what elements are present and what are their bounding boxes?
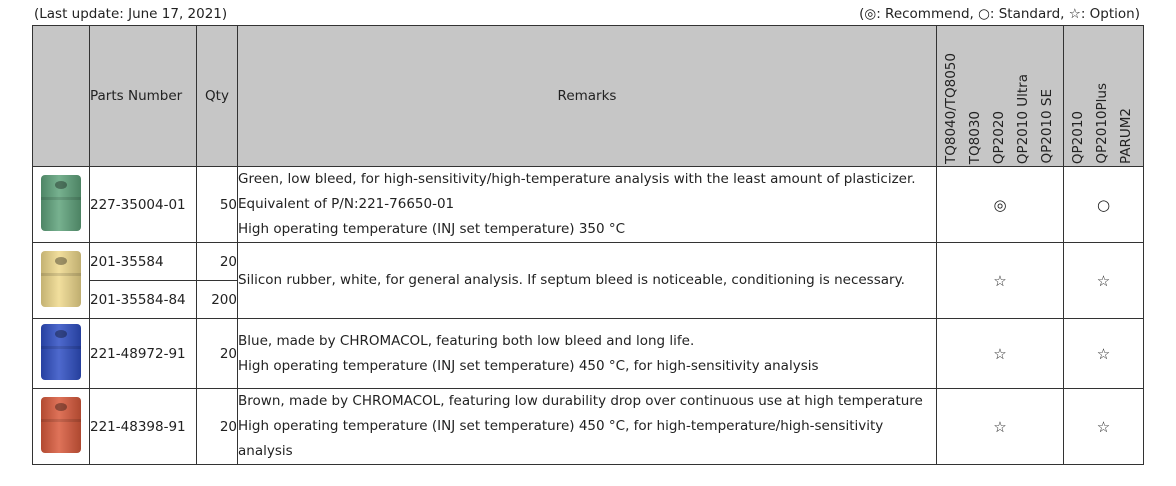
instrument-label: QP2010 <box>1070 110 1086 164</box>
compat-mark-group2: ☆ <box>1063 242 1144 319</box>
qty-value: 20 <box>196 388 238 465</box>
image-column-header <box>32 25 90 167</box>
remarks-line: analysis <box>238 443 293 459</box>
instrument-label: QP2020 <box>991 110 1007 164</box>
septum-image-cell <box>32 166 90 243</box>
septum-image-cell <box>32 318 90 389</box>
table-header-row: Parts Number Qty Remarks TQ8040/TQ8050 T… <box>32 25 1144 167</box>
remarks-line: High operating temperature (INJ set temp… <box>238 357 819 374</box>
remarks-line: High operating temperature (INJ set temp… <box>238 418 884 434</box>
compat-mark-group1: ◎ <box>936 166 1064 243</box>
table-row: 227-35004-01 50 Green, low bleed, for hi… <box>32 166 1144 243</box>
part-number: 201-35584 <box>89 242 197 281</box>
page: (Last update: June 17, 2021) (◎: Recomme… <box>0 0 1176 486</box>
septum-image-cell <box>32 388 90 465</box>
instrument-label: TQ8040/TQ8050 <box>943 52 959 164</box>
instrument-label: PARUM2 <box>1118 107 1134 164</box>
part-number: 221-48972-91 <box>89 318 197 389</box>
instrument-label: QP2010 SE <box>1039 89 1055 164</box>
table-row: 221-48972-91 20 Blue, made by CHROMACOL,… <box>32 318 1144 389</box>
remarks-line: Green, low bleed, for high-sensitivity/h… <box>238 171 916 187</box>
remarks-line: High operating temperature (INJ set temp… <box>238 221 626 237</box>
qty-value: 200 <box>196 280 238 319</box>
compat-mark-group2: ○ <box>1063 166 1144 243</box>
septum-image-cell <box>32 242 90 319</box>
compat-mark-group2: ☆ <box>1063 388 1144 465</box>
remarks-line: Blue, made by CHROMACOL, featuring both … <box>238 332 695 349</box>
green-septum-image <box>41 174 81 231</box>
blue-septum-image <box>41 323 81 380</box>
remarks-cell: Green, low bleed, for high-sensitivity/h… <box>237 166 937 243</box>
last-update-text: (Last update: June 17, 2021) <box>34 6 228 22</box>
table-row: 221-48398-91 20 Brown, made by CHROMACOL… <box>32 388 1144 465</box>
part-number: 221-48398-91 <box>89 388 197 465</box>
part-number: 201-35584-84 <box>89 280 197 319</box>
compat-mark-group1: ☆ <box>936 242 1064 319</box>
meta-row: (Last update: June 17, 2021) (◎: Recomme… <box>34 4 1140 24</box>
qty-value: 50 <box>196 166 238 243</box>
remarks-line: Equivalent of P/N:221-76650-01 <box>238 196 455 212</box>
instrument-label: TQ8030 <box>967 110 983 164</box>
instrument-group2-header: QP2010 QP2010Plus PARUM2 <box>1063 25 1144 167</box>
compat-mark-group1: ☆ <box>936 388 1064 465</box>
remarks-cell: Blue, made by CHROMACOL, featuring both … <box>237 318 937 389</box>
instrument-label: QP2010 Ultra <box>1015 73 1031 164</box>
remarks-line: Silicon rubber, white, for general analy… <box>238 272 905 288</box>
instrument-label: QP2010Plus <box>1094 83 1110 164</box>
qty-value: 20 <box>196 318 238 389</box>
part-number: 227-35004-01 <box>89 166 197 243</box>
remarks-cell: Silicon rubber, white, for general analy… <box>237 242 937 319</box>
qty-value: 20 <box>196 242 238 281</box>
instrument-group1-header: TQ8040/TQ8050 TQ8030 QP2020 QP2010 Ultra… <box>936 25 1064 167</box>
remarks-header: Remarks <box>237 25 937 167</box>
remarks-line: Brown, made by CHROMACOL, featuring low … <box>238 393 923 409</box>
parts-table: Parts Number Qty Remarks TQ8040/TQ8050 T… <box>32 25 1144 465</box>
white-septum-image <box>41 250 81 307</box>
compat-mark-group1: ☆ <box>936 318 1064 389</box>
table-row: 201-35584 20 Silicon rubber, white, for … <box>32 242 1144 319</box>
parts-number-header: Parts Number <box>89 25 197 167</box>
legend-text: (◎: Recommend, ○: Standard, ☆: Option) <box>859 6 1140 22</box>
brown-septum-image <box>41 396 81 453</box>
remarks-cell: Brown, made by CHROMACOL, featuring low … <box>237 388 937 465</box>
compat-mark-group2: ☆ <box>1063 318 1144 389</box>
qty-header: Qty <box>196 25 238 167</box>
